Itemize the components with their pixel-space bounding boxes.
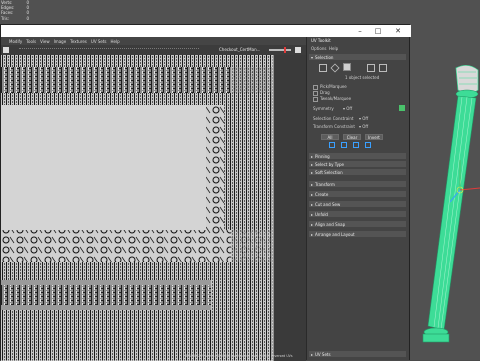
window-titlebar[interactable]: – □ ✕ [1,25,411,37]
menu-item-modify[interactable]: Modify [9,39,22,44]
section-pinning[interactable]: ▸ Pinning [309,153,406,159]
select-all-button[interactable]: All [321,134,339,140]
symmetry-settings-icon[interactable] [399,105,405,111]
radio-icon [313,90,318,96]
texture-dropdown[interactable]: Checkout_CertMan... [219,47,260,52]
select-border-icon[interactable] [353,142,359,148]
hud-row: Tris: 0 [1,15,29,21]
brightness-slider[interactable] [269,49,291,51]
uv-editor-toolbar: Checkout_CertMan... [1,45,306,55]
radio-icon [313,84,318,90]
display-toggle-icon[interactable] [295,47,301,53]
menu-item-image[interactable]: Image [54,39,67,44]
section-select-by-type[interactable]: ▸ Select by Type [309,161,406,167]
section-soft-selection[interactable]: ▸ Soft Selection [309,169,406,175]
uv-texture-canvas[interactable] [1,55,306,361]
menu-item-uv-sets[interactable]: UV Sets [91,39,107,44]
column-capital [455,65,479,99]
select-clear-button[interactable]: Clear [343,134,361,140]
selection-constraint-label: Selection Constraint [313,116,354,121]
selection-constraint-dropdown[interactable]: ▾ Off [359,116,368,121]
vertex-mode-icon[interactable] [319,64,327,72]
poly-count-hud: Verts: 0 Edges: 0 Faces: 0 Tris: 0 [0,0,60,22]
shell-mode-icon[interactable] [367,64,375,72]
column-base [422,327,450,343]
selection-count: 1 object selected [345,75,380,80]
column-3d-model[interactable] [418,60,480,360]
section-uv-sets[interactable]: ▸ UV Sets [309,351,406,357]
option-tweak-marquee[interactable]: Tweak/Marquee [313,96,351,102]
image-icon[interactable] [3,47,9,53]
option-pick-marquee[interactable]: Pick/Marquee [313,84,347,90]
symmetry-label: Symmetry [313,106,334,111]
section-cut-and-sew[interactable]: ▸ Cut and Sew [309,201,406,207]
option-drag[interactable]: Drag [313,90,330,96]
slider-handle[interactable] [284,47,286,53]
radio-icon [313,96,318,102]
toolkit-menu-options[interactable]: Options [311,46,326,51]
section-transform[interactable]: ▸ Transform [309,181,406,187]
menu-item-help[interactable]: Help [110,39,119,44]
shrink-selection-icon[interactable] [341,142,347,148]
symmetry-dropdown[interactable]: ▾ Off [343,106,352,111]
uv-status-text: BOUNDS UV shells: [0/0/0/0] overlapping … [185,354,293,358]
toolkit-menu-help[interactable]: Help [329,46,338,51]
transform-constraint-label: Transform Constraint [313,124,355,129]
close-icon[interactable]: ✕ [391,25,405,37]
section-align-and-snap[interactable]: ▸ Align and Snap [309,221,406,227]
uv-editor-menubar: Modify Tools View Image Textures UV Sets… [1,37,306,45]
face-mode-icon[interactable] [343,63,351,71]
toolkit-title: UV Toolkit [311,38,331,43]
section-selection[interactable]: ▾ Selection [309,54,406,60]
uv-editor-window[interactable]: – □ ✕ Modify Tools View Image Textures U… [0,24,411,361]
minimize-icon[interactable]: – [353,25,367,37]
uv-toolkit-panel: UV Toolkit Options Help ▾ Selection 1 ob… [306,37,409,360]
menu-item-tools[interactable]: Tools [26,39,36,44]
menu-item-textures[interactable]: Textures [70,39,87,44]
column-shaft [427,95,477,331]
edge-mode-icon[interactable] [330,63,340,73]
section-create[interactable]: ▸ Create [309,191,406,197]
maximize-icon[interactable]: □ [371,25,385,37]
toolbar-icon-strip [19,48,199,52]
uv-shell-mode-icon[interactable] [379,64,387,72]
select-shell-icon[interactable] [365,142,371,148]
menu-item-view[interactable]: View [40,39,50,44]
uv-texture-image [1,55,306,361]
transform-constraint-dropdown[interactable]: ▾ Off [359,124,368,129]
select-invert-button[interactable]: Invert [365,134,383,140]
section-arrange-and-layout[interactable]: ▸ Arrange and Layout [309,231,406,237]
grow-selection-icon[interactable] [329,142,335,148]
section-unfold[interactable]: ▸ Unfold [309,211,406,217]
